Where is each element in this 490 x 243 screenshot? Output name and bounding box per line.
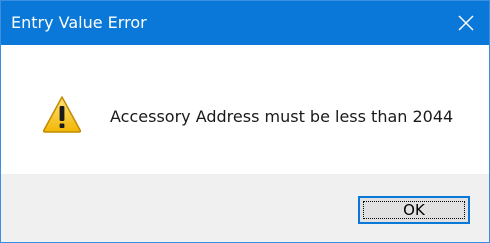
close-icon — [458, 15, 474, 31]
dialog-content: Accessory Address must be less than 2044 — [1, 45, 489, 174]
title-bar[interactable]: Entry Value Error — [1, 1, 489, 45]
warning-icon — [42, 96, 82, 133]
dialog-window: Entry Value Error Accessory Address must… — [0, 0, 490, 243]
error-message: Accessory Address must be less than 2044 — [110, 107, 454, 126]
window-title: Entry Value Error — [11, 13, 147, 32]
dialog-footer: OK — [1, 174, 489, 242]
ok-button-label: OK — [363, 201, 465, 219]
ok-button[interactable]: OK — [358, 196, 470, 224]
close-button[interactable] — [443, 1, 489, 45]
